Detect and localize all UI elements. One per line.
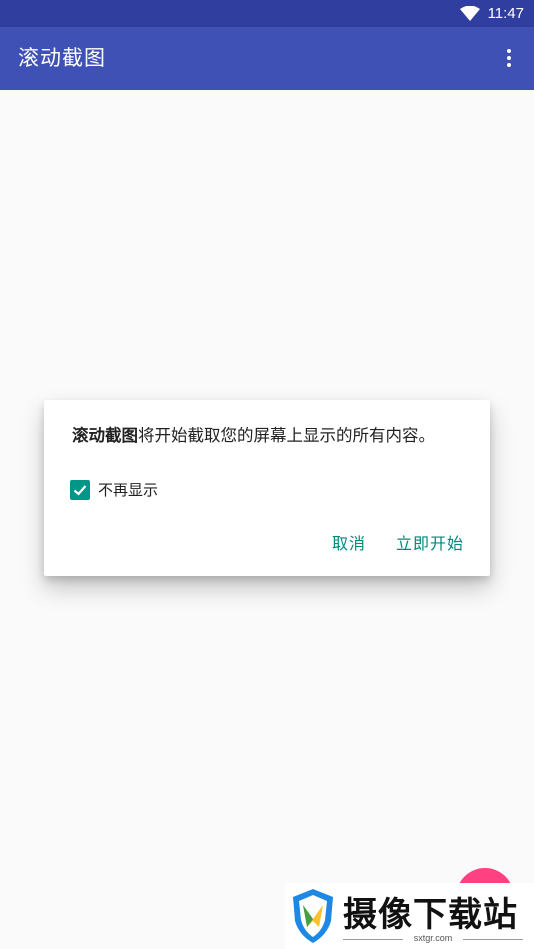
dialog-message-text: 将开始截取您的屏幕上显示的所有内容。 [138, 426, 435, 445]
shield-logo-icon [293, 889, 333, 943]
dont-show-again-label: 不再显示 [98, 481, 159, 499]
dialog-message-app-name: 滚动截图 [72, 426, 138, 445]
check-icon [73, 484, 87, 496]
app-title: 滚动截图 [18, 46, 106, 70]
watermark-brand: 摄像下载站 [343, 895, 518, 935]
dont-show-again-checkbox[interactable] [70, 479, 90, 500]
dialog-actions: 取消 立即开始 [332, 530, 464, 554]
status-time: 11:47 [487, 5, 524, 22]
scroll-capture-dialog: 滚动截图将开始截取您的屏幕上显示的所有内容。 不再显示 取消 立即开始 [44, 400, 490, 576]
cancel-button[interactable]: 取消 [332, 530, 366, 554]
dont-show-again-row[interactable]: 不再显示 [70, 479, 158, 500]
wifi-icon [459, 5, 480, 22]
status-icons: 11:47 [459, 0, 524, 27]
watermark: 摄像下载站 sxtgr.com [285, 883, 534, 949]
more-vert-icon[interactable] [494, 43, 524, 73]
app-bar: 滚动截图 [0, 27, 534, 90]
watermark-url: sxtgr.com [343, 933, 523, 943]
status-bar: 11:47 [0, 0, 534, 27]
start-now-button[interactable]: 立即开始 [396, 530, 464, 554]
dialog-message: 滚动截图将开始截取您的屏幕上显示的所有内容。 [72, 422, 435, 446]
